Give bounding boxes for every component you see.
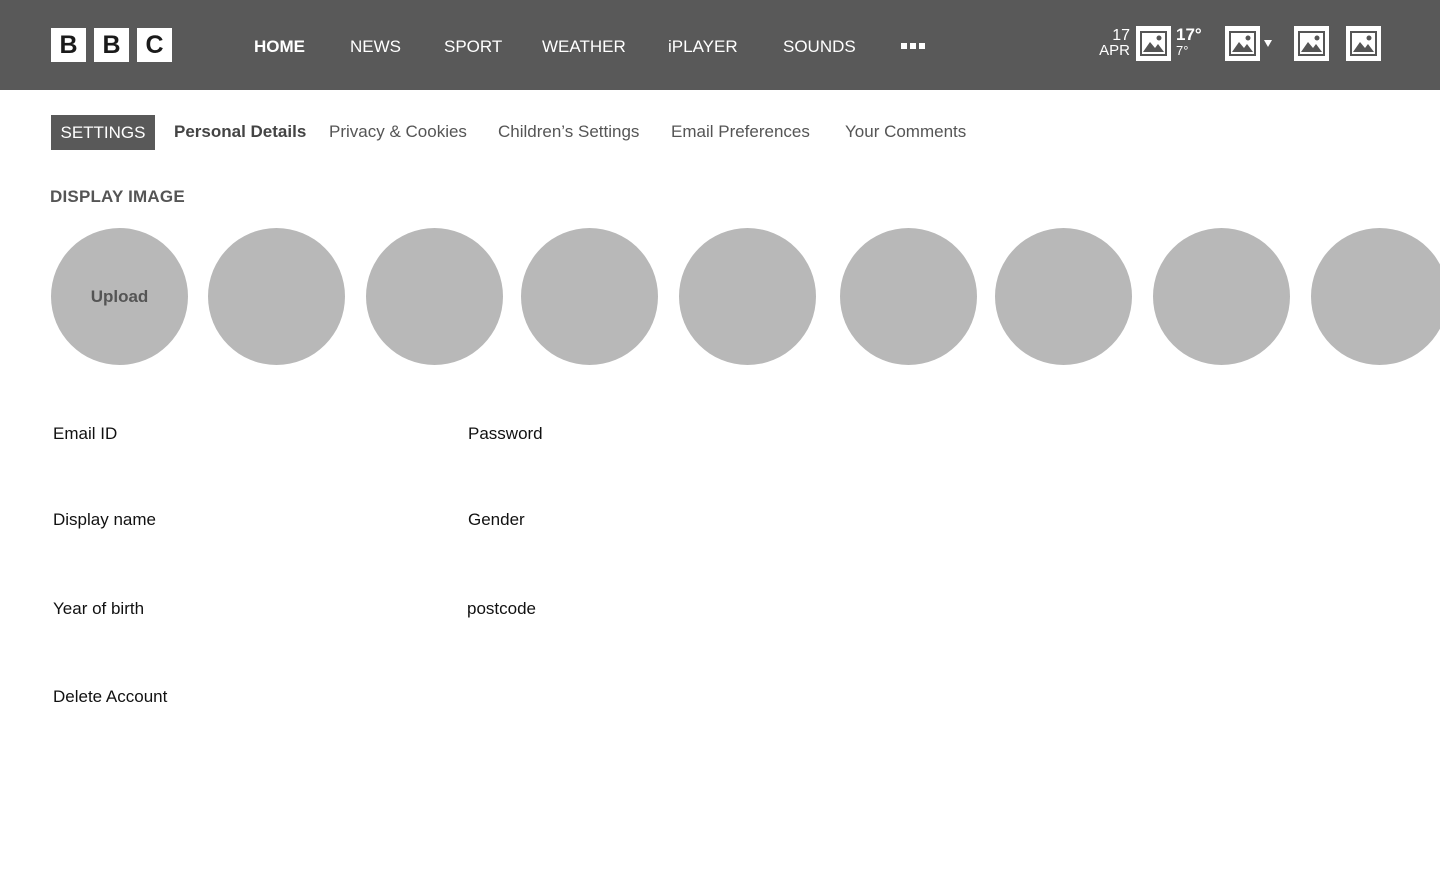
date-display: 17 APR <box>1096 27 1130 59</box>
tab-personal-details[interactable]: Personal Details <box>174 122 306 142</box>
display-image-heading: DISPLAY IMAGE <box>50 187 185 206</box>
top-navigation-bar: B B C HOME NEWS SPORT WEATHER iPLAYER SO… <box>0 0 1440 90</box>
tab-email-preferences[interactable]: Email Preferences <box>671 122 810 142</box>
date-month: APR <box>1099 42 1130 59</box>
temp-high: 17° <box>1176 25 1202 44</box>
upload-avatar-button[interactable]: Upload <box>51 228 188 365</box>
upload-label: Upload <box>90 286 149 306</box>
temp-low: 7° <box>1176 43 1189 58</box>
nav-home[interactable]: HOME <box>254 37 305 57</box>
weather-image-icon[interactable] <box>1136 26 1171 61</box>
nav-sport[interactable]: SPORT <box>444 37 502 57</box>
avatar-option[interactable] <box>840 228 977 365</box>
nav-sounds[interactable]: SOUNDS <box>783 37 856 57</box>
postcode-field[interactable]: postcode <box>467 599 536 619</box>
avatar-option[interactable] <box>521 228 658 365</box>
more-dots-icon[interactable] <box>901 43 925 49</box>
logo-letter: B <box>51 28 86 62</box>
avatar-option[interactable] <box>1153 228 1290 365</box>
logo-letter: C <box>137 28 172 62</box>
logo-letter: B <box>94 28 129 62</box>
tab-childrens-settings[interactable]: Children’s Settings <box>498 122 639 142</box>
avatar-option[interactable] <box>1311 228 1440 365</box>
date-day: 17 <box>1112 27 1130 44</box>
delete-account-link[interactable]: Delete Account <box>53 687 167 707</box>
avatar-option[interactable] <box>995 228 1132 365</box>
nav-iplayer[interactable]: iPLAYER <box>668 37 738 57</box>
avatar-option[interactable] <box>208 228 345 365</box>
year-of-birth-field[interactable]: Year of birth <box>53 599 144 619</box>
notifications-image-icon[interactable] <box>1294 26 1329 61</box>
nav-news[interactable]: NEWS <box>350 37 401 57</box>
tab-your-comments[interactable]: Your Comments <box>845 122 966 142</box>
avatar-option[interactable] <box>679 228 816 365</box>
password-field[interactable]: Password <box>468 424 543 444</box>
avatar-option[interactable] <box>366 228 503 365</box>
weather-temperature: 17° 7° <box>1176 25 1202 59</box>
tab-privacy-cookies[interactable]: Privacy & Cookies <box>329 122 467 142</box>
settings-badge: SETTINGS <box>51 115 155 150</box>
bbc-logo[interactable]: B B C <box>51 28 172 62</box>
search-image-icon[interactable] <box>1346 26 1381 61</box>
chevron-down-icon[interactable] <box>1264 40 1272 47</box>
account-image-icon[interactable] <box>1225 26 1260 61</box>
gender-field[interactable]: Gender <box>468 510 525 530</box>
email-field[interactable]: Email ID <box>53 424 117 444</box>
display-name-field[interactable]: Display name <box>53 510 156 530</box>
nav-weather[interactable]: WEATHER <box>542 37 626 57</box>
